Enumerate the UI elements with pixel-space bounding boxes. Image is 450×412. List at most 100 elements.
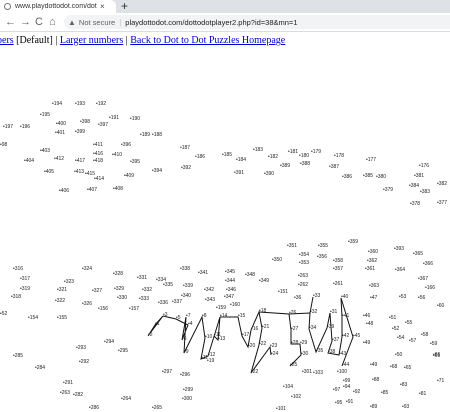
- dot-number[interactable]: •397: [98, 122, 108, 128]
- dot-number[interactable]: •177: [366, 157, 376, 163]
- dot-number[interactable]: •8: [202, 313, 207, 319]
- dot-number[interactable]: •323: [64, 279, 74, 285]
- dot-number[interactable]: •301: [302, 369, 312, 375]
- dot-number[interactable]: •159: [216, 305, 226, 311]
- dot-number[interactable]: •299: [183, 387, 193, 393]
- dot-number[interactable]: •92: [353, 389, 361, 395]
- dot-number[interactable]: •192: [96, 101, 106, 107]
- dot-number[interactable]: •354: [299, 252, 309, 258]
- dot-number[interactable]: •54: [397, 335, 405, 341]
- dot-number[interactable]: •364: [395, 267, 405, 273]
- dot-number[interactable]: •88: [372, 377, 380, 383]
- dot-number[interactable]: •335: [163, 282, 173, 288]
- dot-number[interactable]: •14: [220, 313, 228, 319]
- dot-number[interactable]: •102: [291, 394, 301, 400]
- dot-number[interactable]: •398: [80, 119, 90, 125]
- dot-number[interactable]: •151: [278, 289, 288, 295]
- dot-number[interactable]: •383: [420, 189, 430, 195]
- dot-number[interactable]: •378: [410, 201, 420, 207]
- back-arrow-icon[interactable]: ←: [5, 14, 16, 30]
- dot-number[interactable]: •154: [28, 315, 38, 321]
- dot-number[interactable]: •20: [248, 343, 256, 349]
- dot-number[interactable]: •337: [172, 299, 182, 305]
- dot-number[interactable]: •385: [363, 173, 373, 179]
- dot-number[interactable]: •418: [93, 158, 103, 164]
- dot-number[interactable]: •81: [419, 391, 427, 397]
- dot-number[interactable]: •322: [55, 298, 65, 304]
- dot-number[interactable]: •343: [205, 297, 215, 303]
- dot-number[interactable]: •95: [335, 400, 343, 406]
- dot-number[interactable]: •57: [409, 338, 417, 344]
- home-icon[interactable]: ⌂: [49, 14, 56, 30]
- dot-number[interactable]: •176: [419, 163, 429, 169]
- dot-number[interactable]: •264: [121, 396, 131, 402]
- dot-number[interactable]: •319: [20, 286, 30, 292]
- dot-number[interactable]: •330: [117, 295, 127, 301]
- dot-number[interactable]: •391: [234, 170, 244, 176]
- dot-number[interactable]: •94: [343, 384, 351, 390]
- dot-number[interactable]: •367: [418, 276, 428, 282]
- dot-number[interactable]: •362: [367, 258, 377, 264]
- dot-number[interactable]: •6: [182, 336, 187, 342]
- dot-number[interactable]: •400: [56, 121, 66, 127]
- new-tab-button[interactable]: +: [121, 0, 128, 13]
- dot-number[interactable]: •98: [0, 142, 8, 148]
- dot-number[interactable]: •56: [418, 295, 426, 301]
- dot-number[interactable]: •360: [368, 249, 378, 255]
- dot-number[interactable]: •91: [346, 399, 354, 405]
- dot-number[interactable]: •181: [288, 149, 298, 155]
- dot-number[interactable]: •417: [75, 158, 85, 164]
- dot-number[interactable]: •60: [437, 303, 445, 309]
- dot-number[interactable]: •336: [158, 300, 168, 306]
- dot-number[interactable]: •195: [40, 112, 50, 118]
- dot-number[interactable]: •392: [181, 165, 191, 171]
- dot-number[interactable]: •22: [251, 369, 259, 375]
- dot-number[interactable]: •43: [339, 351, 347, 357]
- dot-number[interactable]: •38: [328, 349, 336, 355]
- dot-number[interactable]: •413: [74, 169, 84, 175]
- dot-number[interactable]: •284: [35, 365, 45, 371]
- dot-number[interactable]: •47: [370, 295, 378, 301]
- dot-number[interactable]: •5: [176, 315, 181, 321]
- dot-number[interactable]: •318: [11, 294, 21, 300]
- dot-number[interactable]: •15: [238, 313, 246, 319]
- dot-number[interactable]: •394: [152, 168, 162, 174]
- dot-number[interactable]: •42: [342, 333, 350, 339]
- dot-number[interactable]: •157: [129, 306, 139, 312]
- dot-number[interactable]: •341: [198, 270, 208, 276]
- dot-number[interactable]: •339: [183, 283, 193, 289]
- dot-number[interactable]: •36: [294, 295, 302, 301]
- dot-number[interactable]: •53: [399, 294, 407, 300]
- dot-number[interactable]: •387: [329, 164, 339, 170]
- dot-number[interactable]: •100: [337, 369, 347, 375]
- dot-number[interactable]: •34: [309, 325, 317, 331]
- dot-number[interactable]: •331: [137, 275, 147, 281]
- dot-number[interactable]: •197: [3, 124, 13, 130]
- dot-number[interactable]: •261: [333, 281, 343, 287]
- larger-numbers-link[interactable]: Larger numbers: [60, 35, 123, 46]
- close-tab-icon[interactable]: ×: [100, 0, 105, 13]
- dot-number[interactable]: •412: [54, 156, 64, 162]
- dot-number[interactable]: •24: [271, 351, 279, 357]
- dot-number[interactable]: •83: [400, 382, 408, 388]
- dot-number[interactable]: •65: [404, 365, 412, 371]
- dot-number[interactable]: •404: [24, 158, 34, 164]
- dot-number[interactable]: •2: [148, 332, 153, 338]
- forward-arrow-icon[interactable]: →: [20, 14, 31, 30]
- dot-number[interactable]: •186: [195, 154, 205, 160]
- dot-number[interactable]: •399: [75, 129, 85, 135]
- dot-number[interactable]: •103: [313, 370, 323, 376]
- dot-number[interactable]: •166: [425, 285, 435, 291]
- dot-number[interactable]: •26: [289, 310, 297, 316]
- dot-number[interactable]: •346: [226, 287, 236, 293]
- dot-number[interactable]: •193: [75, 101, 85, 107]
- dot-number[interactable]: •326: [82, 301, 92, 307]
- dot-number[interactable]: •294: [104, 339, 114, 345]
- dot-number[interactable]: •32: [310, 309, 318, 315]
- dot-number[interactable]: •345: [225, 269, 235, 275]
- dot-number[interactable]: •357: [333, 266, 343, 272]
- dot-number[interactable]: •7: [186, 313, 191, 319]
- dot-number[interactable]: •263: [60, 390, 70, 396]
- dot-number[interactable]: •285: [13, 353, 23, 359]
- dot-number[interactable]: •384: [409, 183, 419, 189]
